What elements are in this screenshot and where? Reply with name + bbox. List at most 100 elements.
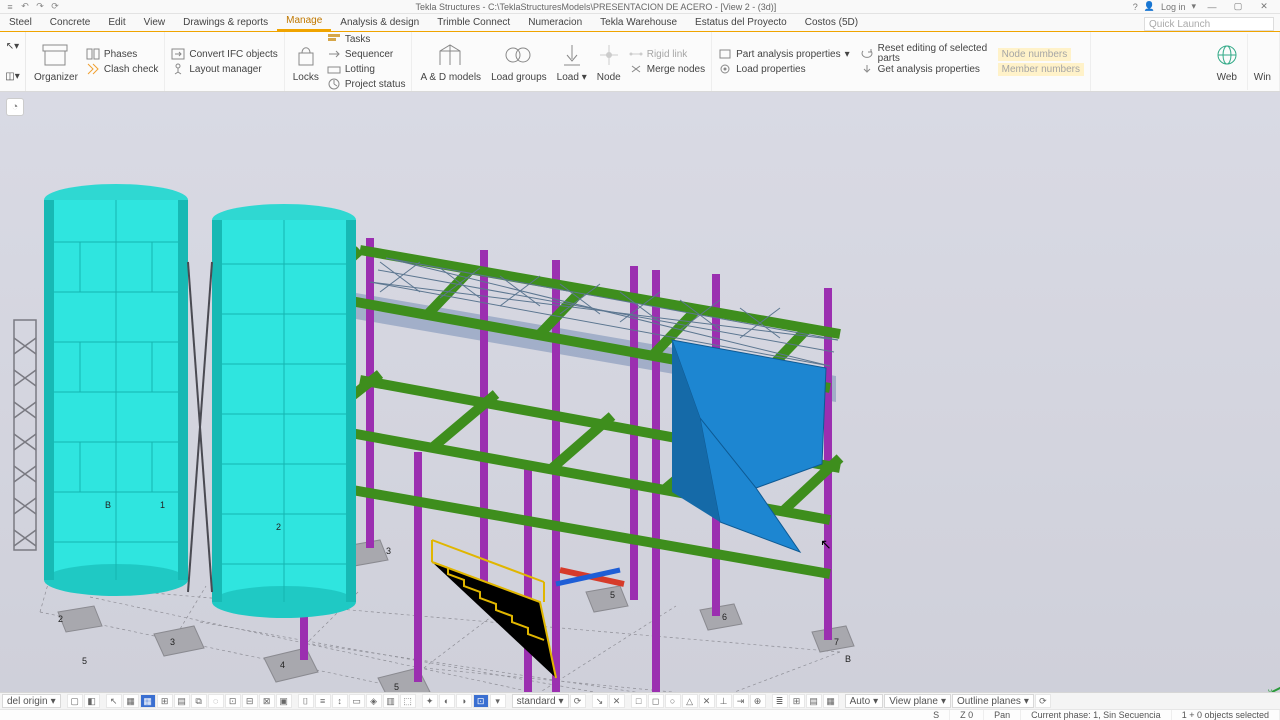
clash-check-button[interactable]: Clash check [86, 62, 158, 76]
tab-analysis[interactable]: Analysis & design [331, 14, 428, 31]
menu-icon[interactable]: ≡ [4, 2, 16, 12]
chevron-down-icon: ▾ [579, 72, 587, 83]
user-icon[interactable]: 👤 [1144, 1, 1155, 12]
part-analysis-button[interactable]: Part analysis properties ▾ [718, 47, 850, 61]
tb-1[interactable]: ▢ [67, 694, 83, 708]
load-properties-button[interactable]: Load properties [718, 62, 850, 76]
tb-5[interactable]: ⊞ [157, 694, 173, 708]
minimize-button[interactable]: — [1202, 2, 1222, 12]
load-groups-button[interactable]: Load groups [489, 34, 549, 90]
tb-14[interactable]: ≡ [315, 694, 331, 708]
project-status-button[interactable]: Project status [327, 77, 406, 91]
window-button[interactable]: Win [1247, 34, 1273, 90]
ad-models-button[interactable]: A & D models [418, 34, 483, 90]
tab-manage[interactable]: Manage [277, 12, 331, 31]
redo-icon[interactable]: ↷ [34, 2, 46, 12]
select-tool-icon[interactable]: ◫▾ [5, 71, 19, 82]
tb-s3[interactable]: ○ [665, 694, 681, 708]
chevron-down-icon[interactable]: ▾ [1191, 1, 1196, 12]
tb-s7[interactable]: ⇥ [733, 694, 749, 708]
view-plane-dropdown[interactable]: View plane ▾ [884, 694, 951, 708]
tab-numeracion[interactable]: Numeracion [519, 14, 591, 31]
representation-dropdown[interactable]: standard ▾ [512, 694, 569, 708]
history-icon[interactable]: ⟳ [49, 2, 61, 12]
locks-button[interactable]: Locks [291, 34, 321, 90]
convert-ifc-button[interactable]: Convert IFC objects [171, 47, 277, 61]
tb-s1[interactable]: □ [631, 694, 647, 708]
tab-steel[interactable]: Steel [0, 14, 41, 31]
outline-planes-dropdown[interactable]: Outline planes ▾ [952, 694, 1034, 708]
tb-13[interactable]: ⌷ [298, 694, 314, 708]
tb-s4[interactable]: △ [682, 694, 698, 708]
tb-8[interactable]: ◌ [208, 694, 224, 708]
tab-concrete[interactable]: Concrete [41, 14, 100, 31]
organizer-label: Organizer [34, 72, 78, 83]
phases-button[interactable]: Phases [86, 47, 158, 61]
member-numbers-button[interactable]: Member numbers [998, 62, 1084, 76]
tb-22[interactable]: ◑ [456, 694, 472, 708]
tb-end[interactable]: ⟳ [1035, 694, 1051, 708]
undo-icon[interactable]: ↶ [19, 2, 31, 12]
tab-drawings[interactable]: Drawings & reports [174, 14, 277, 31]
tb-11[interactable]: ⊠ [259, 694, 275, 708]
sequencer-button[interactable]: Sequencer [327, 47, 406, 61]
tb-24[interactable]: ▾ [490, 694, 506, 708]
tb-12[interactable]: ▣ [276, 694, 292, 708]
tb-3[interactable]: ▦ [123, 694, 139, 708]
tb-s6[interactable]: ⊥ [716, 694, 732, 708]
tab-warehouse[interactable]: Tekla Warehouse [591, 14, 686, 31]
tb-v2[interactable]: ⊞ [789, 694, 805, 708]
tab-trimble[interactable]: Trimble Connect [428, 14, 519, 31]
login-link[interactable]: Log in [1161, 2, 1186, 12]
tb-6[interactable]: ▤ [174, 694, 190, 708]
tb-21[interactable]: ◐ [439, 694, 455, 708]
tb-25[interactable]: ⟳ [570, 694, 586, 708]
tb-10[interactable]: ⊟ [242, 694, 258, 708]
merge-nodes-button[interactable]: Merge nodes [629, 62, 705, 76]
tb-v1[interactable]: ≣ [772, 694, 788, 708]
tab-view[interactable]: View [135, 14, 175, 31]
get-analysis-button[interactable]: Get analysis properties [860, 62, 988, 76]
reset-editing-button[interactable]: Reset editing of selected parts [860, 47, 988, 61]
tab-edit[interactable]: Edit [99, 14, 134, 31]
organizer-button[interactable]: Organizer [32, 34, 80, 90]
tab-estatus[interactable]: Estatus del Proyecto [686, 14, 796, 31]
auto-dropdown[interactable]: Auto ▾ [845, 694, 884, 708]
tasks-button[interactable]: Tasks [327, 32, 406, 46]
tb-20[interactable]: ✦ [422, 694, 438, 708]
tb-7[interactable]: ⧉ [191, 694, 207, 708]
tb-arrow[interactable]: ↖ [106, 694, 122, 708]
status-selected: 1 + 0 objects selected [1172, 710, 1280, 720]
quick-launch-input[interactable]: Quick Launch [1144, 17, 1274, 31]
lotting-button[interactable]: Lotting [327, 62, 406, 76]
tb-snap1[interactable]: ↘ [592, 694, 608, 708]
tb-18[interactable]: ▥ [383, 694, 399, 708]
tb-s2[interactable]: ◻ [648, 694, 664, 708]
tb-4[interactable]: ▦ [140, 694, 156, 708]
tb-15[interactable]: ↕ [332, 694, 348, 708]
tb-snap2[interactable]: ✕ [609, 694, 625, 708]
tb-s8[interactable]: ⊕ [750, 694, 766, 708]
tb-2[interactable]: ◧ [84, 694, 100, 708]
tb-v4[interactable]: ▦ [823, 694, 839, 708]
help-icon[interactable]: ? [1133, 2, 1138, 12]
tb-9[interactable]: ⊡ [225, 694, 241, 708]
load-button[interactable]: Load ▾ [555, 34, 589, 90]
model-viewport[interactable]: ◔ [0, 92, 1280, 692]
maximize-button[interactable]: ▢ [1228, 1, 1248, 12]
tb-s5[interactable]: ✕ [699, 694, 715, 708]
tb-v3[interactable]: ▤ [806, 694, 822, 708]
group-analysis-models: A & D models Load groups Load ▾ Node Rig… [412, 32, 712, 91]
tab-costos[interactable]: Costos (5D) [796, 14, 867, 31]
layout-icon [171, 63, 185, 75]
layout-manager-button[interactable]: Layout manager [171, 62, 277, 76]
tb-16[interactable]: ▭ [349, 694, 365, 708]
model-origin-dropdown[interactable]: del origin ▾ [2, 694, 61, 708]
arrow-tool-icon[interactable]: ↖▾ [6, 41, 19, 52]
node-numbers-button[interactable]: Node numbers [998, 47, 1084, 61]
tb-19[interactable]: ⬚ [400, 694, 416, 708]
web-button[interactable]: Web [1213, 34, 1241, 90]
tb-23[interactable]: ⊡ [473, 694, 489, 708]
tb-17[interactable]: ◈ [366, 694, 382, 708]
close-button[interactable]: ✕ [1254, 1, 1274, 12]
